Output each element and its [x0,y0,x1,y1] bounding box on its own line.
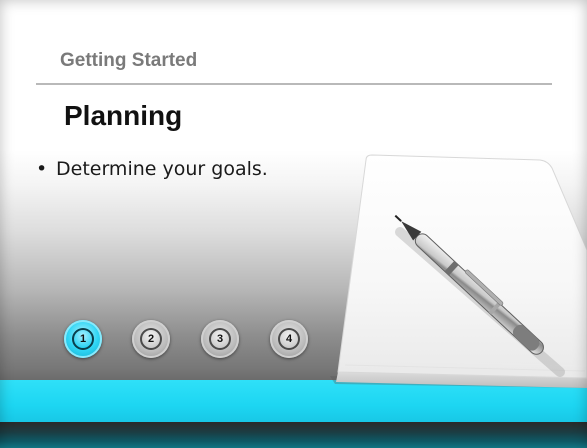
step-2-button[interactable]: 2 [132,320,170,358]
step-4-label: 4 [278,328,300,350]
step-1-button[interactable]: 1 [64,320,102,358]
step-4-button[interactable]: 4 [270,320,308,358]
notepad-with-pen-icon [330,154,587,388]
step-1-label: 1 [72,328,94,350]
notepad-page [337,154,587,379]
step-3-label: 3 [209,328,231,350]
step-3-button[interactable]: 3 [201,320,239,358]
step-2-label: 2 [140,328,162,350]
slide: Getting Started Planning • Determine your… [0,0,587,448]
